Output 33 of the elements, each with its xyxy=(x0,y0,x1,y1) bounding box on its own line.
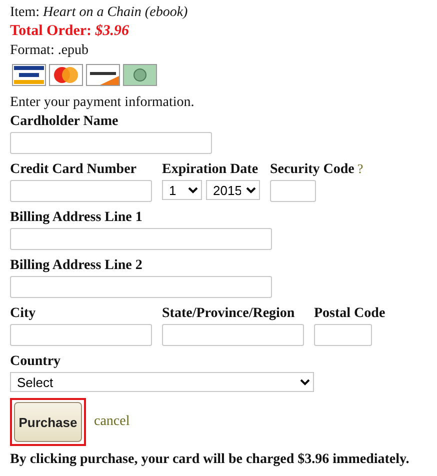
field-label: Expiration Date xyxy=(162,161,258,179)
cancel-link[interactable]: cancel xyxy=(94,414,130,430)
input-field[interactable] xyxy=(10,228,272,250)
dropdown[interactable]: Select xyxy=(10,372,314,392)
help-link[interactable]: ? xyxy=(357,161,364,177)
field-label: Credit Card Number xyxy=(10,161,137,179)
field-label: State/Province/Region xyxy=(162,305,295,323)
input-field[interactable] xyxy=(162,324,304,346)
field-label: Billing Address Line 2 xyxy=(10,257,142,275)
item-text: Item: Heart on a Chain (ebook) xyxy=(10,4,189,22)
input-field[interactable] xyxy=(10,276,272,298)
field-label: Country xyxy=(10,353,61,371)
field-label: Postal Code xyxy=(314,305,386,323)
dropdown[interactable]: 1 xyxy=(162,180,202,200)
input-field[interactable] xyxy=(314,324,372,346)
total-order: Total Order: $3.96 xyxy=(10,22,130,41)
format-text: Format: .epub xyxy=(10,42,90,60)
intro-text: Enter your payment information. xyxy=(10,94,196,112)
field-label: City xyxy=(10,305,36,323)
dropdown[interactable]: 2015 xyxy=(206,180,260,200)
purchase-button[interactable]: Purchase xyxy=(10,398,86,446)
notice-text: By clicking purchase, your card will be charged $3.96 immediately. xyxy=(10,452,410,468)
field-label: Security Code xyxy=(270,161,354,179)
field-label: Billing Address Line 1 xyxy=(10,209,142,227)
input-field[interactable] xyxy=(10,324,152,346)
credit-card-icon xyxy=(123,64,157,86)
input-field[interactable] xyxy=(10,180,152,202)
credit-card-icon xyxy=(12,64,46,86)
input-field[interactable] xyxy=(10,132,212,154)
credit-card-icon xyxy=(86,64,120,86)
field-label: Cardholder Name xyxy=(10,113,118,131)
credit-card-icon xyxy=(49,64,83,86)
input-field[interactable] xyxy=(270,180,316,202)
